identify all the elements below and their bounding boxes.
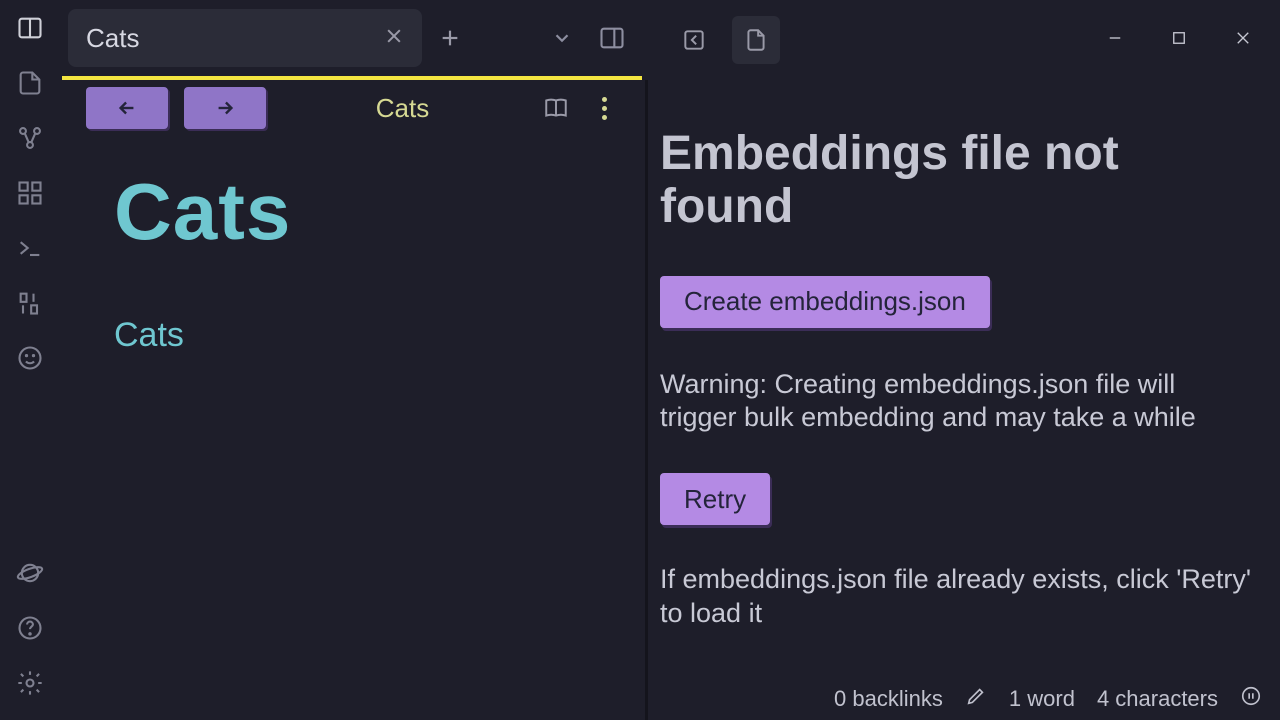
editor-pane: Cats Cats Cats bbox=[60, 80, 648, 720]
maximize-icon[interactable] bbox=[1170, 29, 1188, 52]
pause-icon[interactable] bbox=[1240, 685, 1262, 713]
close-icon[interactable] bbox=[384, 26, 404, 51]
settings-icon[interactable] bbox=[16, 669, 44, 702]
status-backlinks[interactable]: 0 backlinks bbox=[834, 686, 943, 712]
tab-cats[interactable]: Cats bbox=[68, 9, 422, 67]
nav-forward-button[interactable] bbox=[184, 87, 266, 129]
import-icon[interactable] bbox=[670, 16, 718, 64]
graph-icon[interactable] bbox=[16, 124, 44, 157]
help-icon[interactable] bbox=[16, 614, 44, 647]
panel-title: Embeddings file not found bbox=[660, 128, 1262, 234]
new-tab-button[interactable] bbox=[430, 18, 470, 58]
nav-back-button[interactable] bbox=[86, 87, 168, 129]
edit-icon[interactable] bbox=[965, 685, 987, 713]
panel-warning: Warning: Creating embeddings.json file w… bbox=[660, 368, 1250, 436]
panel-hint: If embeddings.json file already exists, … bbox=[660, 563, 1260, 631]
face-icon[interactable] bbox=[16, 344, 44, 377]
status-chars[interactable]: 4 characters bbox=[1097, 686, 1218, 712]
book-icon[interactable] bbox=[539, 95, 573, 121]
tab-row: Cats bbox=[60, 0, 1280, 80]
file-icon[interactable] bbox=[16, 69, 44, 102]
breadcrumb[interactable]: Cats bbox=[282, 93, 523, 124]
status-words[interactable]: 1 word bbox=[1009, 686, 1075, 712]
document-view-icon[interactable] bbox=[732, 16, 780, 64]
binary-icon[interactable] bbox=[16, 289, 44, 322]
retry-button[interactable]: Retry bbox=[660, 473, 770, 525]
more-options-icon[interactable] bbox=[589, 97, 619, 120]
window-close-icon[interactable] bbox=[1234, 29, 1252, 52]
window-controls bbox=[1106, 29, 1280, 52]
status-bar: 0 backlinks 1 word 4 characters bbox=[834, 680, 1280, 720]
side-panel: Embeddings file not found Create embeddi… bbox=[648, 80, 1280, 720]
document-heading: Cats bbox=[114, 166, 645, 258]
minimize-icon[interactable] bbox=[1106, 29, 1124, 52]
activity-bar bbox=[0, 0, 60, 720]
terminal-icon[interactable] bbox=[16, 234, 44, 267]
tab-title: Cats bbox=[86, 23, 372, 54]
document-body[interactable]: Cats Cats bbox=[60, 136, 645, 355]
planet-icon[interactable] bbox=[16, 559, 44, 592]
notebook-icon[interactable] bbox=[16, 14, 44, 47]
grid-icon[interactable] bbox=[16, 179, 44, 212]
document-paragraph: Cats bbox=[114, 316, 645, 355]
tab-list-chevron-icon[interactable] bbox=[542, 27, 582, 49]
panel-layout-icon[interactable] bbox=[590, 24, 634, 52]
create-embeddings-button[interactable]: Create embeddings.json bbox=[660, 276, 990, 328]
